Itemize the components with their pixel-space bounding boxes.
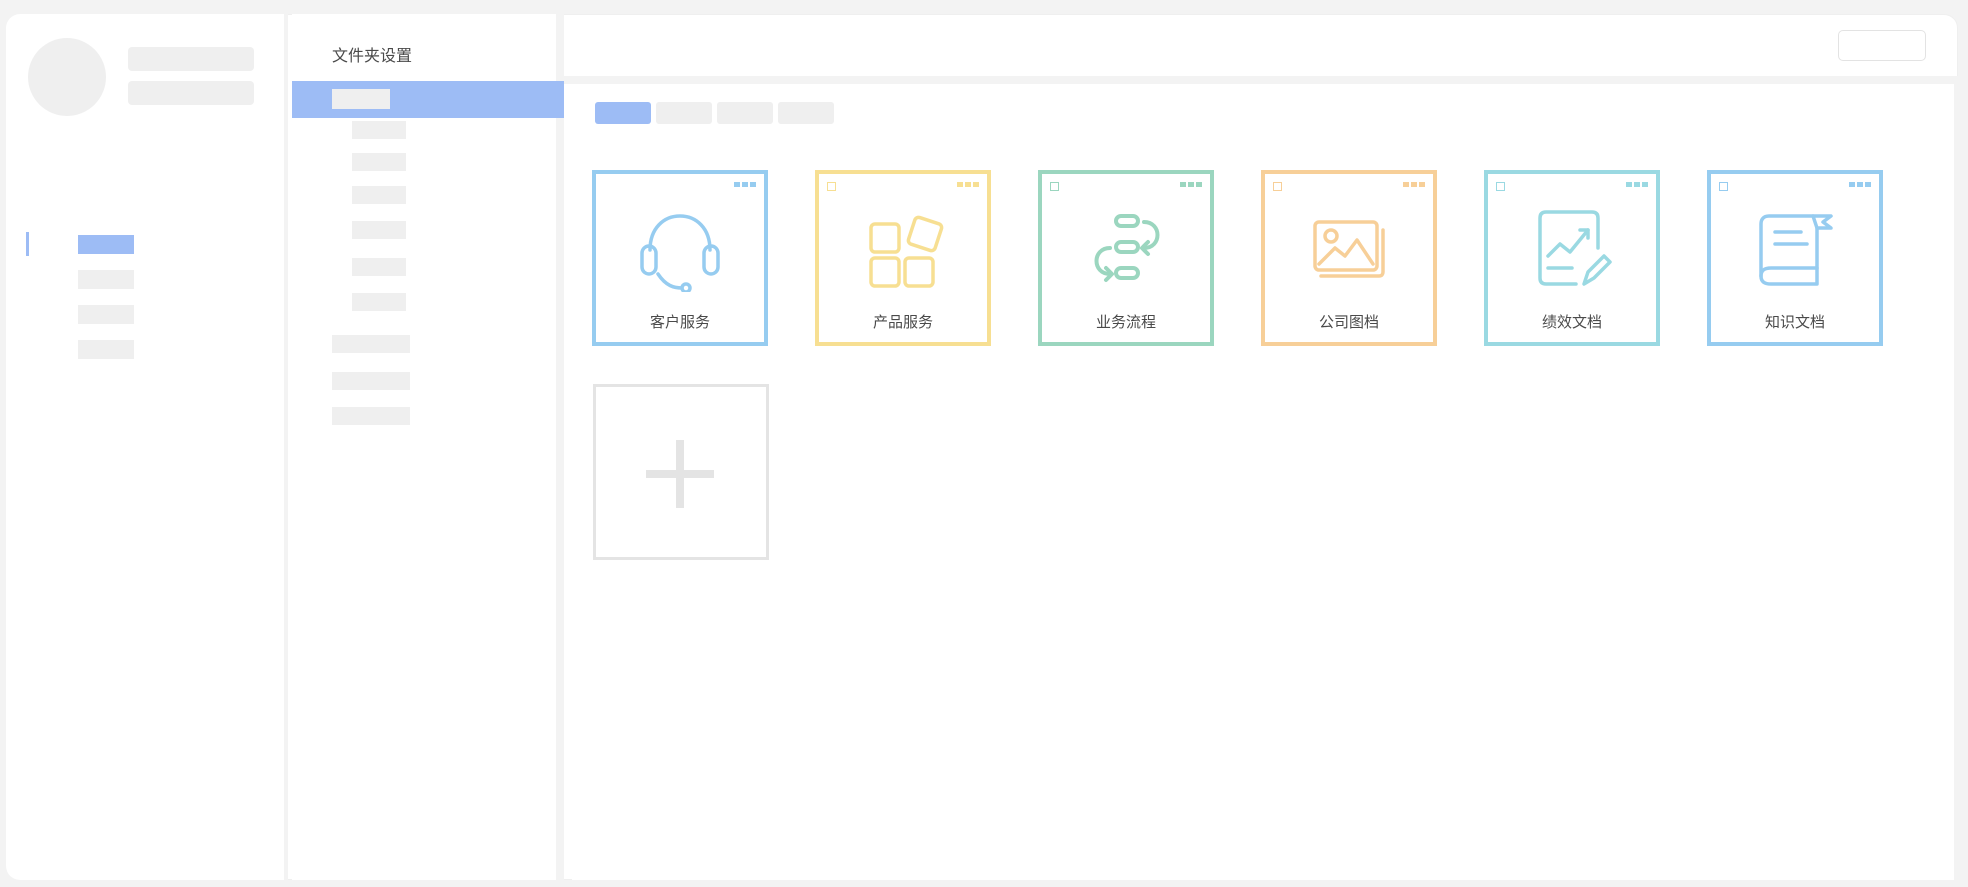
avatar[interactable] <box>28 38 106 116</box>
nav-active-indicator <box>26 232 29 256</box>
user-info-placeholder <box>128 81 254 105</box>
product-blocks-icon <box>869 215 944 288</box>
folder-card-knowledge-docs[interactable]: 知识文档 <box>1707 170 1883 346</box>
tab-1[interactable] <box>595 102 651 124</box>
folder-name: 客户服务 <box>649 313 710 331</box>
folder-name: 产品服务 <box>872 313 933 331</box>
tree-item[interactable] <box>332 335 410 353</box>
page-title: 文件夹设置 <box>332 46 413 65</box>
card-menu-icon[interactable] <box>1180 182 1202 187</box>
nav-item-4[interactable] <box>78 340 134 359</box>
main-edge <box>1954 76 1960 880</box>
nav-item-3[interactable] <box>78 305 134 324</box>
tab-4[interactable] <box>778 102 834 124</box>
folder-name: 公司图档 <box>1318 313 1379 331</box>
tree-item[interactable] <box>332 407 410 425</box>
app-sidebar <box>6 14 288 880</box>
tree-item[interactable] <box>352 258 406 276</box>
tree-item[interactable] <box>352 221 406 239</box>
tree-item[interactable] <box>332 372 410 390</box>
image-gallery-icon <box>1313 220 1385 278</box>
folder-card-performance-docs[interactable]: 绩效文档 <box>1484 170 1660 346</box>
workflow-icon <box>1094 214 1160 282</box>
folder-card-customer-service[interactable]: 客户服务 <box>592 170 768 346</box>
folder-name: 业务流程 <box>1095 313 1156 331</box>
tree-item[interactable] <box>352 186 406 204</box>
card-menu-icon[interactable] <box>1403 182 1425 187</box>
performance-chart-icon <box>1538 210 1612 286</box>
header-divider <box>564 76 1958 84</box>
knowledge-book-icon <box>1759 214 1833 286</box>
card-menu-icon[interactable] <box>957 182 979 187</box>
card-checkbox[interactable] <box>1496 182 1505 191</box>
folder-card-company-images[interactable]: 公司图档 <box>1261 170 1437 346</box>
card-checkbox[interactable] <box>1273 182 1282 191</box>
folder-tree-panel <box>292 14 564 880</box>
nav-item-2[interactable] <box>78 270 134 289</box>
tab-2[interactable] <box>656 102 712 124</box>
tab-3[interactable] <box>717 102 773 124</box>
tree-item[interactable] <box>352 293 406 311</box>
tree-item[interactable] <box>352 153 406 171</box>
folder-card-product-service[interactable]: 产品服务 <box>815 170 991 346</box>
card-menu-icon[interactable] <box>1849 182 1871 187</box>
headset-icon <box>640 214 720 292</box>
app-window: 文件夹设置 客户服务 产品服务 业务流程 公司图档 绩效文档 知识文档 <box>0 0 1968 887</box>
card-checkbox[interactable] <box>827 182 836 191</box>
card-checkbox[interactable] <box>1050 182 1059 191</box>
add-folder-button[interactable] <box>593 384 769 560</box>
card-menu-icon[interactable] <box>734 182 756 187</box>
card-checkbox[interactable] <box>1719 182 1728 191</box>
tree-item-selected[interactable] <box>292 81 564 118</box>
nav-item-1[interactable] <box>78 235 134 254</box>
header-action-button[interactable] <box>1838 30 1926 61</box>
folder-card-business-process[interactable]: 业务流程 <box>1038 170 1214 346</box>
folder-name: 知识文档 <box>1764 313 1825 331</box>
tree-item[interactable] <box>352 121 406 139</box>
tree-item-label <box>332 89 390 109</box>
folder-name: 绩效文档 <box>1541 313 1602 331</box>
card-menu-icon[interactable] <box>1626 182 1648 187</box>
user-name-placeholder <box>128 47 254 71</box>
